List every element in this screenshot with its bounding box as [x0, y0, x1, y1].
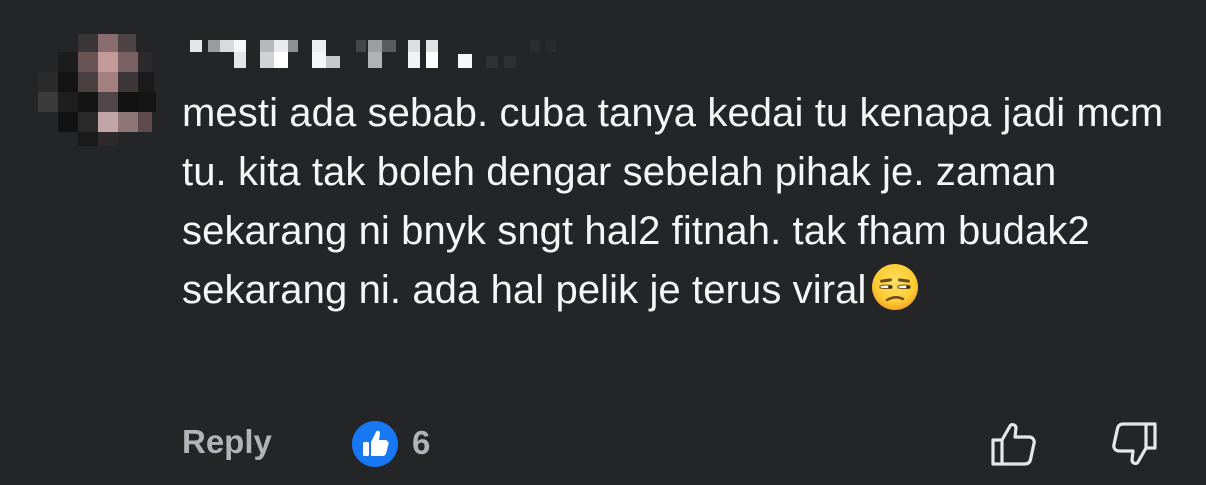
reply-button[interactable]: Reply — [182, 423, 272, 461]
comment-text: mesti ada sebab. cuba tanya kedai tu ken… — [182, 91, 1164, 312]
pixelated-avatar-image — [38, 28, 156, 146]
avatar[interactable] — [38, 28, 156, 146]
reaction-count[interactable]: 6 — [412, 424, 430, 462]
author-name[interactable] — [186, 38, 566, 72]
like-icon[interactable] — [351, 420, 399, 468]
thumbs-up-icon[interactable] — [988, 418, 1040, 470]
redacted-name-image — [190, 40, 556, 68]
unamused-face-icon — [870, 262, 920, 312]
comment-body: mesti ada sebab. cuba tanya kedai tu ken… — [182, 84, 1172, 320]
thumbs-down-icon[interactable] — [1108, 418, 1160, 470]
